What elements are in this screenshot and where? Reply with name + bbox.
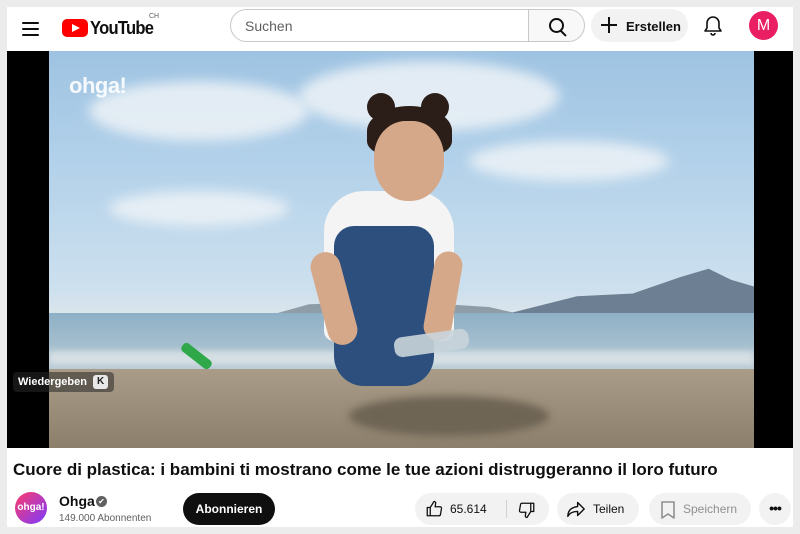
subscriber-count: 149.000 Abonnenten xyxy=(59,513,152,524)
youtube-play-icon xyxy=(62,19,88,37)
create-button[interactable]: Erstellen xyxy=(591,9,688,42)
more-horizontal-icon: ••• xyxy=(769,500,782,516)
youtube-watch-page: YouTube CH Erstellen M xyxy=(7,7,793,527)
logo-text: YouTube xyxy=(90,17,154,38)
hamburger-icon[interactable] xyxy=(19,17,43,41)
like-divider xyxy=(506,500,507,518)
masthead: YouTube CH Erstellen M xyxy=(7,7,793,51)
search-input[interactable] xyxy=(230,9,528,42)
channel-avatar[interactable]: ohga! xyxy=(15,492,47,524)
channel-name[interactable]: Ohga xyxy=(59,493,95,509)
share-arrow-icon xyxy=(566,500,586,523)
save-label: Speichern xyxy=(683,502,738,516)
search-icon-handle xyxy=(560,30,567,37)
video-frame[interactable]: ohga! xyxy=(49,51,754,448)
watch-button[interactable]: Wiedergeben K xyxy=(13,372,115,392)
more-actions-button[interactable]: ••• xyxy=(759,493,791,525)
watch-label: Wiedergeben xyxy=(18,376,87,388)
region-code: CH xyxy=(149,13,160,20)
keyboard-shortcut: K xyxy=(92,375,109,389)
bell-icon[interactable] xyxy=(701,14,725,38)
subscribe-button[interactable]: Abonnieren xyxy=(183,493,275,525)
bookmark-icon xyxy=(661,501,675,524)
plus-icon xyxy=(601,17,617,33)
account-avatar[interactable]: M xyxy=(749,11,778,40)
video-title: Cuore di plastica: i bambini ti mostrano… xyxy=(13,460,718,479)
like-count[interactable]: 65.614 xyxy=(450,502,487,516)
verified-badge-icon: ✔ xyxy=(96,496,107,507)
search-box xyxy=(230,9,586,42)
search-button[interactable] xyxy=(528,9,585,42)
youtube-logo[interactable]: YouTube xyxy=(62,16,159,40)
share-button[interactable]: Teilen xyxy=(557,493,639,525)
video-player[interactable]: ohga! Wiedergeben K xyxy=(7,51,793,448)
share-label: Teilen xyxy=(593,502,625,516)
thumbs-down-icon[interactable] xyxy=(518,501,536,524)
thumbs-up-icon[interactable] xyxy=(425,500,443,523)
create-label: Erstellen xyxy=(626,19,681,34)
save-button[interactable]: Speichern xyxy=(649,493,751,525)
like-dislike-group: 65.614 xyxy=(415,493,549,525)
channel-watermark: ohga! xyxy=(69,73,127,98)
